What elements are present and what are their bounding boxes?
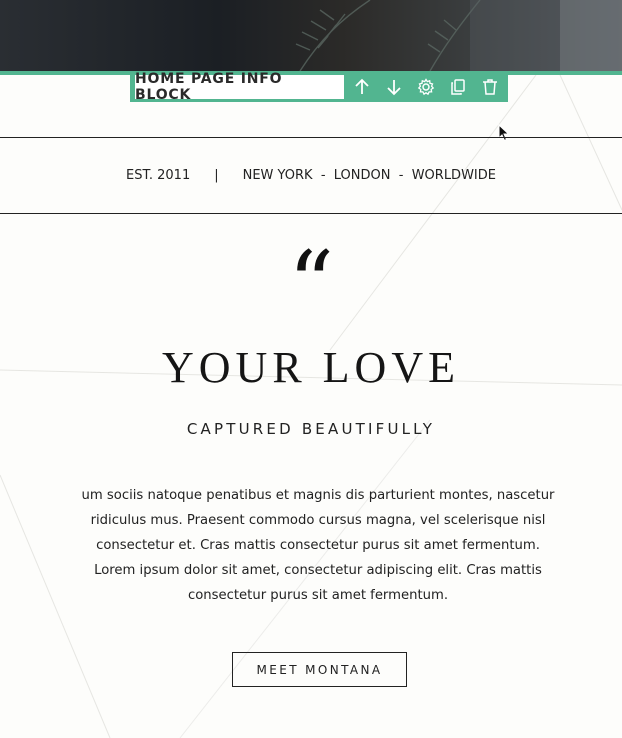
settings-button[interactable] [410,72,442,102]
info-bar: EST. 2011 | NEW YORK - LONDON - WORLDWID… [0,137,622,214]
locations-text: NEW YORK - LONDON - WORLDWIDE [242,168,496,183]
trash-icon [483,79,497,95]
headline: YOUR LOVE [162,343,460,392]
move-down-button[interactable] [378,72,410,102]
block-editor-toolbar: HOME PAGE INFO BLOCK [130,71,508,103]
copy-icon [451,79,465,95]
established-text: EST. 2011 [126,168,191,183]
hero-photo [0,0,622,71]
delete-button[interactable] [474,72,506,102]
info-separator: | [214,168,219,183]
gear-icon [417,78,435,96]
arrow-up-icon [355,78,369,94]
duplicate-button[interactable] [442,72,474,102]
subheadline: CAPTURED BEAUTIFULLY [186,420,436,438]
meet-montana-button[interactable]: MEET MONTANA [232,652,407,687]
quote-mark-icon: “ [287,232,334,337]
body-paragraph: um sociis natoque penatibus et magnis di… [81,488,555,603]
arrow-down-icon [387,80,401,96]
block-label: HOME PAGE INFO BLOCK [135,71,344,103]
move-up-button[interactable] [346,72,378,102]
